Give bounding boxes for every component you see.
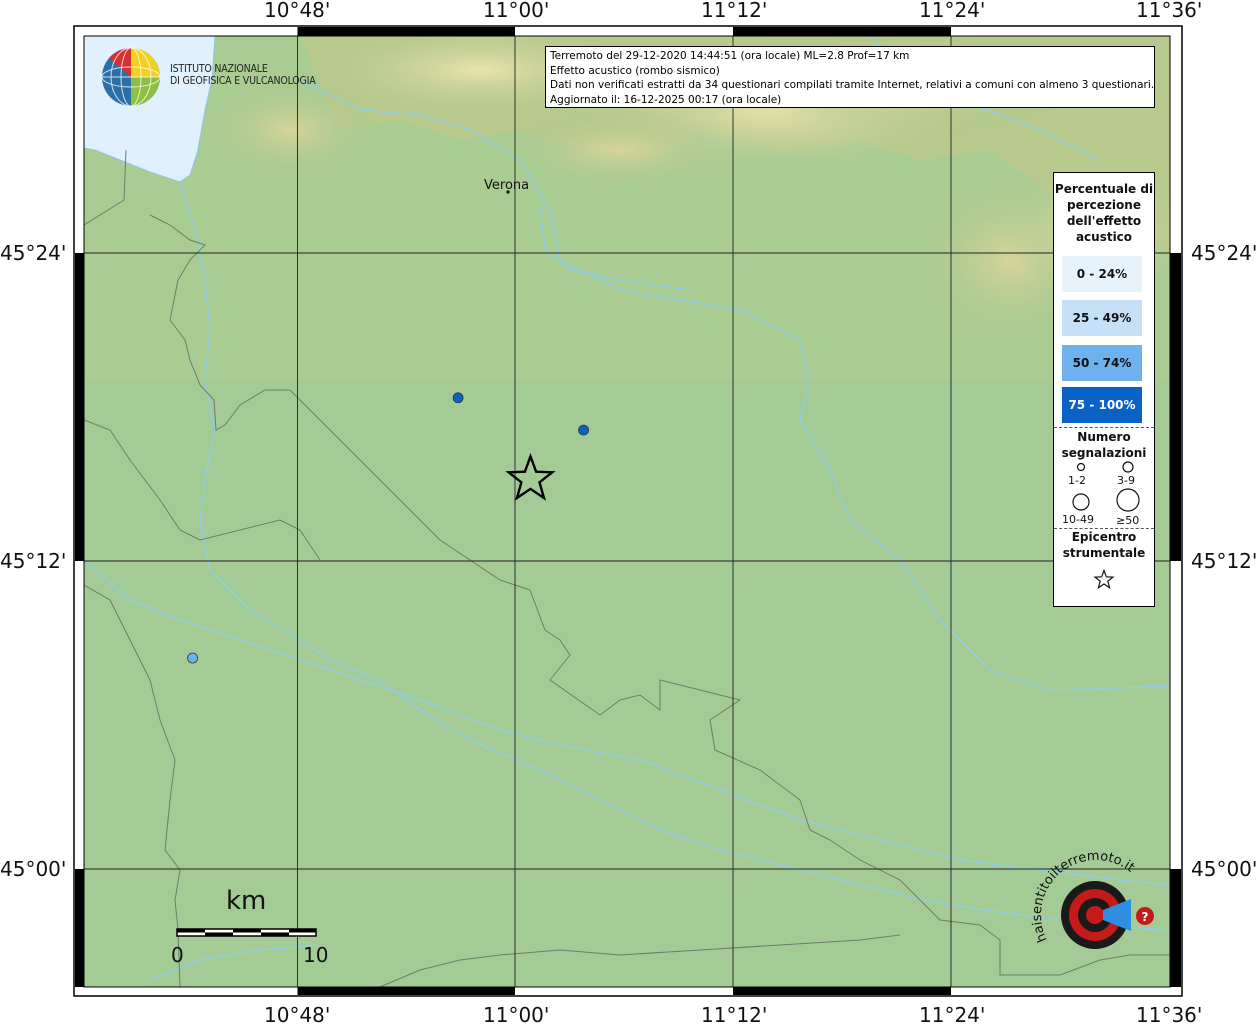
size-symbol-1 [1076,462,1086,472]
epicenter-title: Epicentro strumentale [1062,530,1146,560]
scale-min: 0 [171,943,184,967]
event-info-box: Terremoto del 29-12-2020 14:44:51 (ora l… [545,46,1155,108]
size-label-4: ≥50 [1116,514,1140,527]
report-point [452,392,464,404]
ingv-logo-text: ISTITUTO NAZIONALE DI GEOFISICA E VULCAN… [170,63,316,87]
right-label-3: 45°00' [1191,857,1256,881]
legend-divider [1054,427,1154,428]
bottom-label-1: 10°48' [264,1003,331,1027]
report-point [578,424,589,436]
legend-class-3: 50 - 74% [1062,345,1142,381]
scale-unit: km [226,886,267,916]
data-note: Dati non verificati estratti da 34 quest… [550,79,1155,91]
report-point [187,652,199,664]
legend-panel: Percentuale di percezione dell'effetto a… [1053,172,1155,607]
bottom-label-5: 11°36' [1136,1003,1203,1027]
size-label-3: 10-49 [1062,513,1094,526]
count-title: Numero segnalazioni [1061,430,1147,460]
top-label-5: 11°36' [1136,0,1203,22]
right-label-1: 45°24' [1191,241,1256,265]
epicenter-legend-icon [1093,568,1115,590]
event-title: Terremoto del 29-12-2020 14:44:51 (ora l… [550,50,910,62]
left-label-3: 45°00' [0,857,67,881]
left-label-2: 45°12' [0,549,67,573]
scale-max: 10 [303,943,329,967]
size-symbol-2 [1122,461,1134,473]
bottom-label-3: 11°12' [701,1003,768,1027]
size-symbols [1072,461,1140,512]
right-label-2: 45°12' [1191,549,1256,573]
ingv-line-1: ISTITUTO NAZIONALE [170,63,268,75]
scale-bar [176,928,317,937]
size-label-2: 3-9 [1117,474,1135,487]
size-symbol-4 [1116,488,1140,512]
left-label-1: 45°24' [0,241,67,265]
legend-class-4: 75 - 100% [1062,387,1142,423]
top-label-1: 10°48' [264,0,331,22]
svg-text:?: ? [1142,910,1149,924]
ingv-logo-icon [101,47,161,107]
legend-class-2: 25 - 49% [1062,300,1142,336]
city-label-verona: Verona [484,178,530,193]
size-label-1: 1-2 [1068,474,1086,487]
legend-title: Percentuale di percezione dell'effetto a… [1054,182,1154,244]
ingv-line-2: DI GEOFISICA E VULCANOLOGIA [170,75,316,87]
effect-type: Effetto acustico (rombo sismico) [550,64,720,77]
top-label-3: 11°12' [701,0,768,22]
legend-class-1: 0 - 24% [1062,256,1142,292]
terrain [84,36,1170,987]
bottom-label-2: 11°00' [483,1003,550,1027]
bottom-label-4: 11°24' [919,1003,986,1027]
updated-at: Aggiornato il: 16-12-2025 00:17 (ora loc… [550,93,782,106]
top-label-2: 11°00' [483,0,550,22]
size-symbol-3 [1072,493,1090,511]
top-label-4: 11°24' [919,0,986,22]
